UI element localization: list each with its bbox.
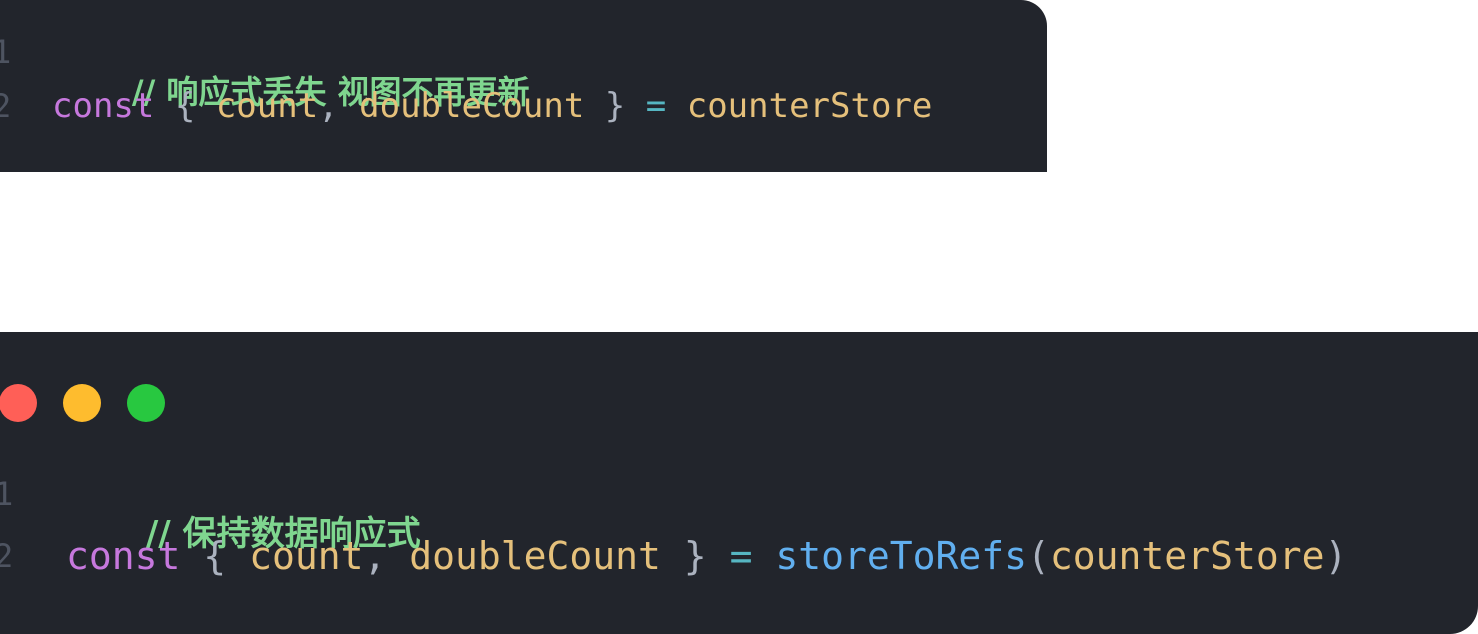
green-window-dot-icon: [127, 384, 165, 422]
code-line-storetorefs: const { count, doubleCount } = storeToRe…: [66, 536, 1347, 576]
code-snippet-keep-reactive: 1 2 // 保持数据响应式 const { count, doubleCoun…: [0, 332, 1478, 634]
open-paren: (: [1027, 534, 1050, 578]
code-snippet-reactivity-lost: 1 2 // 响应式丢失 视图不再更新 const { count, doubl…: [0, 0, 1047, 172]
variable-count: count: [215, 86, 319, 126]
keyword-const: const: [52, 86, 155, 126]
yellow-window-dot-icon: [63, 384, 101, 422]
line-number: 1: [0, 33, 12, 71]
red-window-dot-icon: [0, 384, 37, 422]
comma: ,: [318, 86, 339, 126]
variable-doublecount: doubleCount: [409, 534, 661, 578]
line-number: 2: [0, 537, 14, 575]
line-number: 2: [0, 87, 12, 125]
equals-operator: =: [729, 534, 753, 578]
code-line-destructure: const { count, doubleCount } = counterSt…: [52, 86, 932, 126]
open-brace: {: [203, 534, 227, 578]
line-number: 1: [0, 475, 14, 513]
keyword-const: const: [66, 534, 181, 578]
function-storetorefs: storeToRefs: [775, 534, 1028, 578]
close-brace: }: [683, 534, 707, 578]
comma: ,: [363, 534, 387, 578]
equals-operator: =: [645, 86, 667, 126]
variable-count: count: [249, 534, 364, 578]
close-brace: }: [604, 86, 626, 126]
open-brace: {: [174, 86, 196, 126]
variable-counterstore: counterStore: [686, 86, 933, 126]
close-paren: ): [1324, 534, 1348, 578]
variable-doublecount: doubleCount: [359, 86, 585, 126]
argument-counterstore: counterStore: [1049, 534, 1325, 578]
